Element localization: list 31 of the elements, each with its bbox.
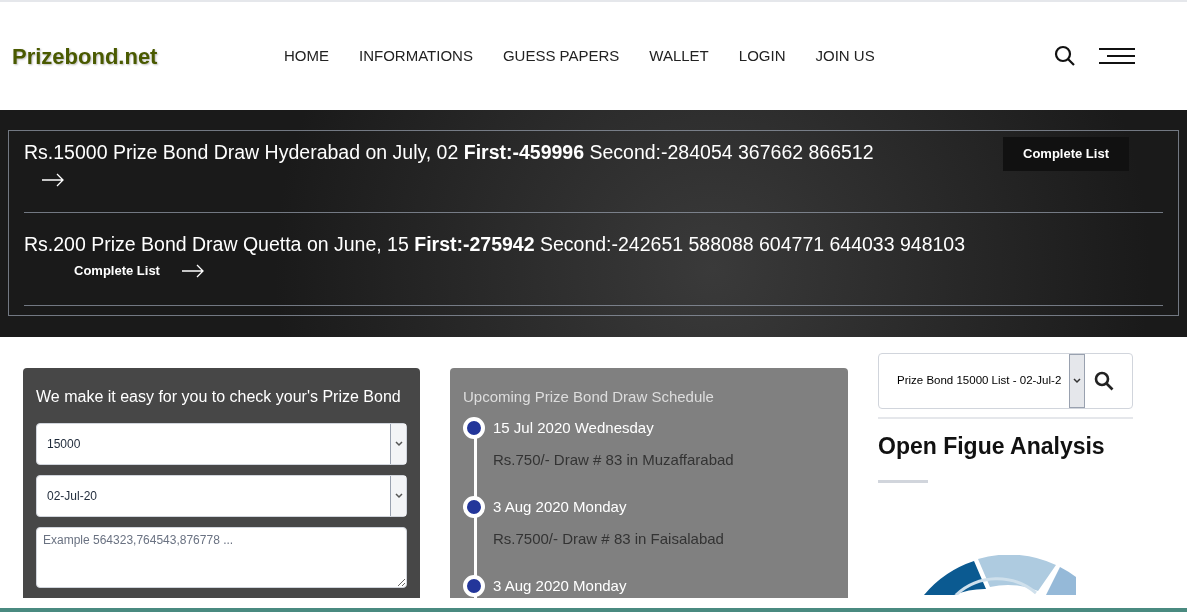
complete-list-button[interactable]: Complete List [1003,137,1129,171]
chevron-down-icon [1073,378,1081,384]
schedule-title: Upcoming Prize Bond Draw Schedule [463,387,715,407]
chevron-down-icon [394,441,403,447]
arrow-right-icon[interactable] [42,173,64,187]
arrow-right-icon[interactable] [181,263,204,278]
list-select[interactable]: Prize Bond 15000 List - 02-Jul-2 [897,354,1085,408]
analysis-title: Open Figue Analysis [878,432,1106,461]
draw-date: 15 Jul 2020 Wednesday [493,417,655,438]
draw-result-text: Rs.15000 Prize Bond Draw Hyderabad on July, 02 First:-459996 Second:-284054 367662 866512 [24,140,875,165]
search-icon[interactable] [1094,371,1114,391]
search-icon[interactable] [1053,44,1077,68]
draw-result-text: Rs.200 Prize Bond Draw Quetta on June, 15 First:-275942 Second:-242651 588088 604771 644033 948103 [24,232,967,257]
nav-link[interactable]: JOIN US [815,44,875,68]
nav-link[interactable]: INFORMATIONS [359,44,473,68]
menu-icon[interactable] [1099,47,1135,65]
bond-numbers-field[interactable]: Example 564323,764543,876778 ... [36,527,407,588]
nav-link[interactable]: WALLET [649,44,709,68]
draw-detail: Rs.750/- Draw # 83 in Muzaffarabad [493,449,734,470]
complete-list-link[interactable]: Complete List [74,261,160,281]
draw-detail: Rs.7500/- Draw # 83 in Faisalabad [493,528,724,549]
draw-date: 3 Aug 2020 Monday [493,496,628,517]
checker-title: We make it easy for you to check your's Prize Bond [36,387,402,407]
date-select[interactable]: 02-Jul-20 [36,475,407,517]
nav-link[interactable]: GUESS PAPERS [502,44,620,68]
site-logo[interactable]: Prizebond.net [12,39,272,73]
nav-link[interactable]: HOME [284,44,329,68]
nav-link[interactable]: LOGIN [738,44,786,68]
bond-select[interactable]: 15000 [36,423,407,465]
draw-date: 3 Aug 2020 Monday [493,575,627,596]
chevron-down-icon [394,493,403,499]
